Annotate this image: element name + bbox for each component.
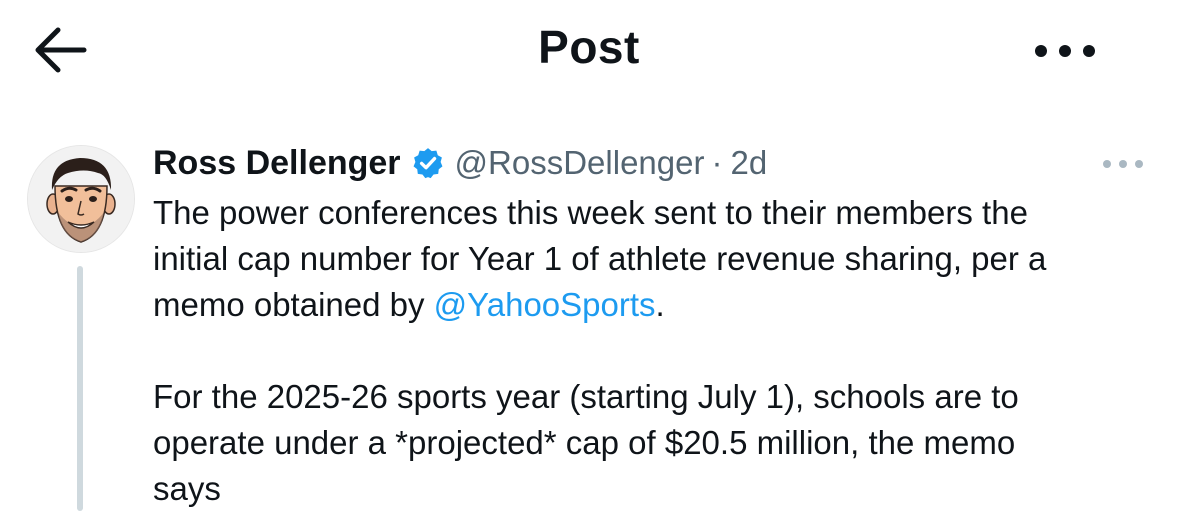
avatar-illustration [28, 146, 134, 252]
mention-link[interactable]: @YahooSports [434, 286, 656, 323]
tweet-text-line: For the 2025-26 sports year (starting Ju… [153, 378, 1019, 415]
page-title: Post [538, 21, 640, 73]
post-time[interactable]: 2d [730, 144, 767, 182]
tweet-text-line: memo obtained by @YahooSports. [153, 282, 1173, 328]
author-handle[interactable]: @RossDellenger [455, 144, 705, 182]
post-more-button[interactable] [1030, 36, 1100, 66]
tweet-more-button[interactable] [1100, 155, 1146, 173]
paragraph-break [153, 328, 1173, 374]
thread-line [77, 266, 83, 511]
tweet-header: Ross Dellenger @RossDellenger · 2d [153, 141, 767, 185]
meta-separator: · [711, 144, 723, 181]
verified-badge-icon [413, 148, 442, 179]
author-name[interactable]: Ross Dellenger [153, 144, 401, 183]
tweet-text-segment: . [655, 286, 665, 323]
tweet-text-line: The power conferences this week sent to … [153, 194, 1028, 231]
tweet-text-line: operate under a *projected* cap of $20.5… [153, 424, 1016, 461]
top-bar: Post [0, 0, 1178, 100]
tweet-text: The power conferences this week sent to … [153, 190, 1173, 512]
avatar[interactable] [27, 145, 135, 253]
more-horizontal-icon [1103, 160, 1143, 168]
tweet-text-line: initial cap number for Year 1 of athlete… [153, 240, 1047, 277]
more-horizontal-icon [1035, 45, 1095, 57]
tweet-text-line: says [153, 470, 221, 507]
tweet-text-segment: memo obtained by [153, 286, 434, 323]
